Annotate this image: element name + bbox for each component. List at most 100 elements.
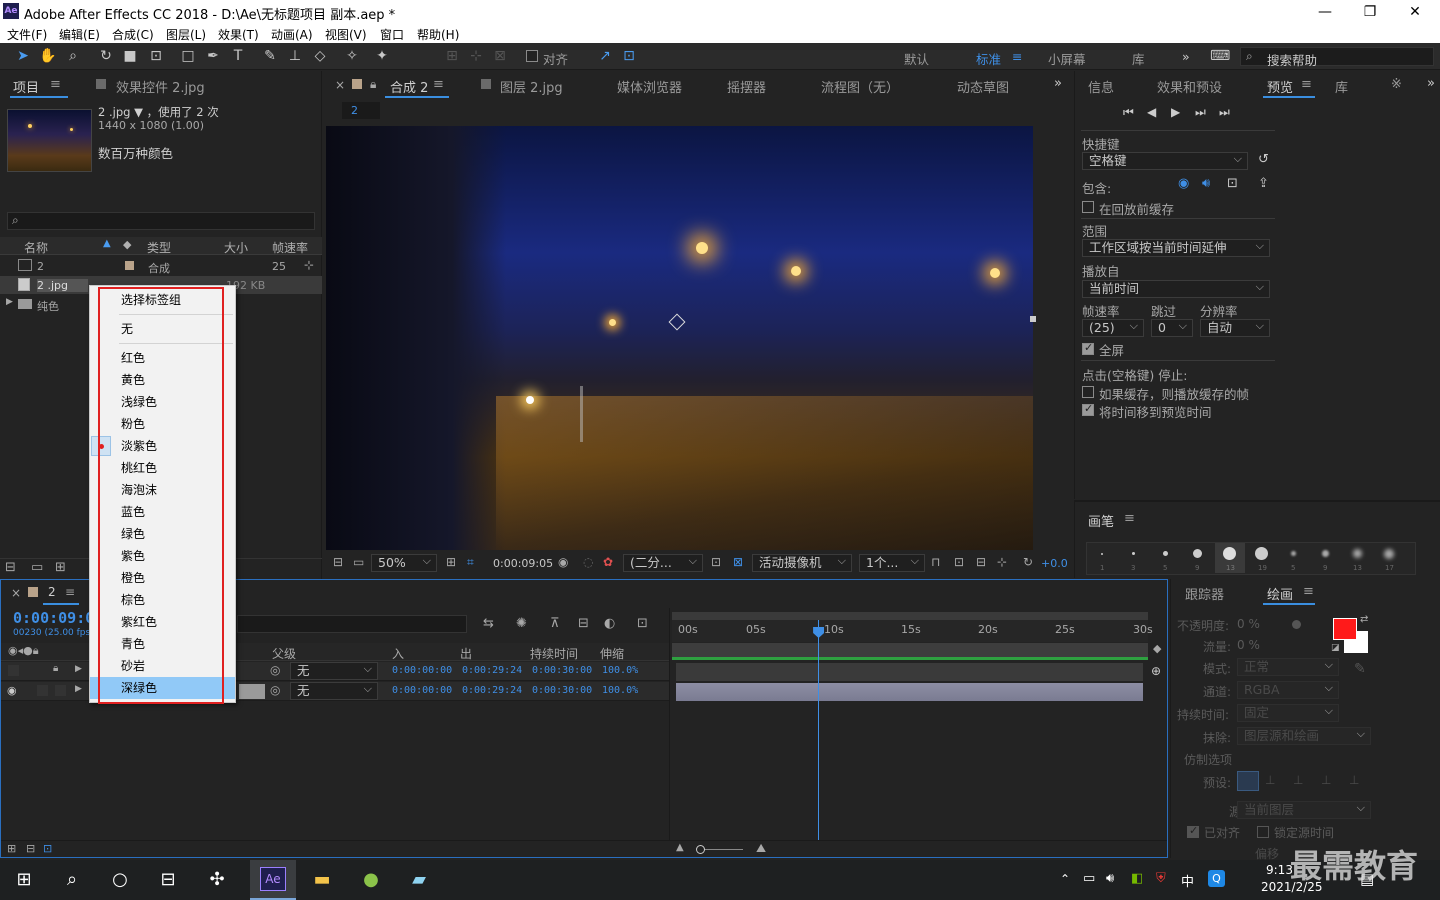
panel-menu-icon[interactable]: ≡ <box>1301 77 1312 92</box>
menu-window[interactable]: 窗口 <box>380 26 404 43</box>
project-row[interactable]: 2 合成 25 ⊹ <box>0 257 322 275</box>
region-of-interest-icon[interactable]: ⊡ <box>711 555 721 569</box>
sync-settings-icon[interactable]: ⌨ <box>1210 47 1230 65</box>
reset-icon[interactable]: ↺ <box>1258 152 1269 167</box>
view-layout-dropdown[interactable]: 1个... <box>859 553 925 572</box>
tab-library[interactable]: 库 <box>1335 77 1348 96</box>
timeline-search-input[interactable] <box>237 615 467 633</box>
pinwheel-app-icon[interactable]: ✣ <box>203 866 231 894</box>
lock-icon[interactable]: 🔒︎ <box>53 663 58 674</box>
panel-menu-icon[interactable]: ≡ <box>433 77 444 92</box>
resolution-dropdown[interactable]: 自动 <box>1200 318 1270 337</box>
type-tool-icon[interactable]: T <box>229 47 247 65</box>
new-folder-icon[interactable]: ▭ <box>31 560 43 575</box>
row-in[interactable]: 0:00:00:00 <box>392 685 452 696</box>
shortcut-dropdown[interactable]: 空格键 <box>1082 151 1248 170</box>
parent-dropdown[interactable]: 无 <box>290 661 378 680</box>
eyedropper-icon[interactable]: ✎ <box>1354 661 1366 677</box>
row-stretch[interactable]: 100.0% <box>602 665 638 676</box>
comp-breadcrumb[interactable]: 2 <box>342 102 380 119</box>
clone-preset-5-icon[interactable]: ⊥ <box>1349 773 1365 789</box>
graph-editor-icon[interactable]: ⊡ <box>637 616 648 631</box>
expand-arrow-icon[interactable]: ▶ <box>75 664 82 674</box>
channel-dropdown[interactable]: RGBA <box>1237 680 1339 699</box>
motion-blur-icon[interactable]: ◐ <box>604 616 615 631</box>
help-search-box[interactable]: ⌕ 搜索帮助 <box>1240 47 1434 69</box>
pickwhip-icon[interactable]: ◎ <box>270 663 280 677</box>
help-search-input[interactable]: 搜索帮助 <box>1267 50 1317 69</box>
toggle-in-out-icon[interactable]: ⊡ <box>43 842 52 855</box>
windows-start-icon[interactable]: ⊞ <box>10 866 38 894</box>
brush-tip[interactable] <box>1223 547 1236 560</box>
col-parent[interactable]: 父级 <box>272 645 296 662</box>
clone-stamp-tool-icon[interactable]: ⊥ <box>286 47 304 65</box>
snap-grid-icon[interactable]: ⊡ <box>620 47 638 65</box>
brush-tip[interactable] <box>1163 551 1168 556</box>
more-workspaces-icon[interactable]: » <box>1182 49 1190 64</box>
row-out[interactable]: 0:00:29:24 <box>462 665 522 676</box>
label-swatch[interactable] <box>125 261 134 270</box>
expand-arrow-icon[interactable]: ▶ <box>75 684 82 694</box>
preview-image[interactable] <box>326 126 1033 550</box>
puppet-tool-icon[interactable]: ✦ <box>373 47 391 65</box>
tab-info[interactable]: 信息 <box>1088 77 1114 96</box>
panel-menu-icon[interactable]: ≡ <box>65 585 75 599</box>
cache-frames-checkbox[interactable] <box>1082 386 1094 398</box>
layer-bar[interactable] <box>676 663 1143 681</box>
align-checkbox[interactable] <box>526 50 538 62</box>
qq-icon[interactable]: Q <box>1208 870 1225 887</box>
clone-preset-3-icon[interactable]: ⊥ <box>1293 773 1309 789</box>
camera-dropdown[interactable]: 活动摄像机 <box>752 553 852 572</box>
reset-exposure-icon[interactable]: ↻ <box>1023 555 1033 569</box>
tab-preview[interactable]: 预览 <box>1267 77 1293 96</box>
col-duration[interactable]: 持续时间 <box>530 645 578 662</box>
row-duration[interactable]: 0:00:30:00 <box>532 685 592 696</box>
browser-app-icon[interactable]: ● <box>357 866 385 894</box>
snapshot-icon[interactable]: ◉ <box>558 555 568 569</box>
lock-source-time-checkbox[interactable] <box>1257 826 1269 838</box>
close-button[interactable]: ✕ <box>1395 2 1435 22</box>
search-icon[interactable]: ⌕ <box>58 866 86 894</box>
ae-taskbar-button[interactable]: Ae <box>250 860 296 900</box>
dropdown-arrow-icon[interactable]: ▼ <box>134 105 143 119</box>
volume-icon[interactable]: 🔊︎ <box>1106 871 1114 886</box>
zoom-dropdown[interactable]: 50% <box>371 553 437 572</box>
tab-overflow-icon[interactable]: ※ <box>1391 77 1402 92</box>
notes-app-icon[interactable]: ▰ <box>405 866 433 894</box>
axis-local-icon[interactable]: ⊞ <box>443 47 461 65</box>
next-frame-icon[interactable]: ⏭ <box>1195 105 1206 120</box>
row-out[interactable]: 0:00:29:24 <box>462 685 522 696</box>
tab-media-browser[interactable]: 媒体浏览器 <box>617 77 682 96</box>
label-tag-icon[interactable]: ◆ <box>123 238 131 251</box>
video-eye-icon[interactable]: ◉ <box>1178 176 1189 191</box>
interpret-footage-icon[interactable]: ⊟ <box>5 560 16 575</box>
current-time-display[interactable]: 0:00:09:05 <box>493 557 553 570</box>
zoom-out-icon[interactable]: ▲ <box>676 842 684 853</box>
duration-dropdown[interactable]: 固定 <box>1237 703 1339 722</box>
last-frame-icon[interactable]: ⏭ <box>1219 105 1230 120</box>
ime-indicator[interactable]: 中 <box>1181 871 1194 890</box>
clock-time[interactable]: 9:13 <box>1266 863 1293 877</box>
eye-icon[interactable]: ◉ <box>7 684 17 697</box>
workspace-standard[interactable]: 标准 <box>976 49 1001 68</box>
maximize-button[interactable]: ❐ <box>1350 2 1390 22</box>
exposure-value[interactable]: +0.0 <box>1041 557 1068 570</box>
roto-brush-tool-icon[interactable]: ✧ <box>343 47 361 65</box>
previous-frame-icon[interactable]: ◀︎ <box>1147 105 1156 119</box>
menu-composition[interactable]: 合成(C) <box>112 26 154 43</box>
erase-dropdown[interactable]: 图层源和绘画 <box>1237 726 1371 745</box>
tab-flowchart[interactable]: 流程图（无） <box>821 77 899 96</box>
tab-project[interactable]: 项目 <box>13 77 39 96</box>
col-out[interactable]: 出 <box>460 645 472 662</box>
parent-dropdown[interactable]: 无 <box>290 681 378 700</box>
time-ruler[interactable]: 00s 05s 10s 15s 20s 25s 30s <box>672 620 1153 642</box>
brush-tip[interactable] <box>1255 547 1268 560</box>
panel-menu-icon[interactable]: ≡ <box>1303 584 1314 599</box>
frame-blending-icon[interactable]: ⊟ <box>578 616 589 631</box>
play-icon[interactable]: ▶︎ <box>1171 105 1180 119</box>
tray-expand-icon[interactable]: ⌃ <box>1060 872 1070 886</box>
tab-wiggler[interactable]: 摇摆器 <box>727 77 766 96</box>
pan-behind-tool-icon[interactable]: ⊡ <box>147 47 165 65</box>
comp-work-area[interactable] <box>672 643 1148 657</box>
nvidia-icon[interactable]: ◧ <box>1131 871 1143 886</box>
